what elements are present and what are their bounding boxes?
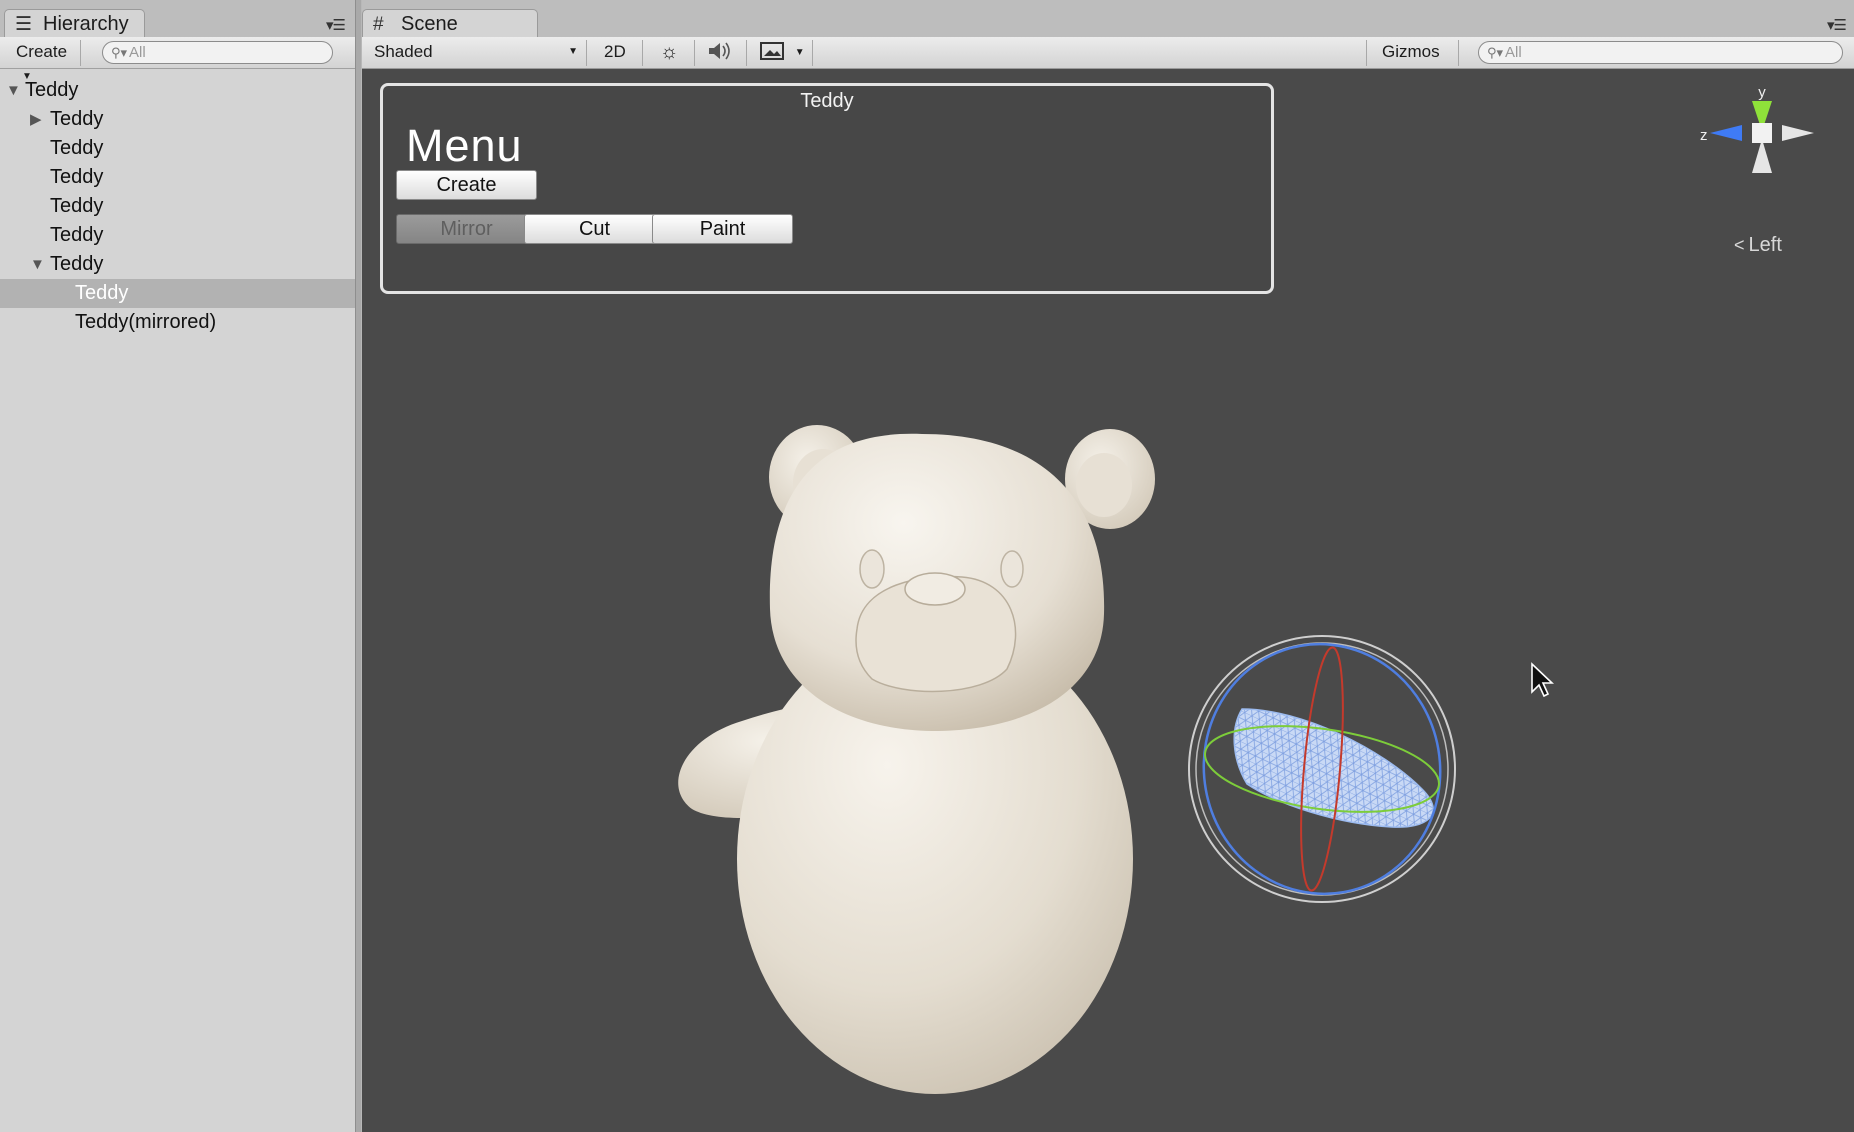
teddy-nose — [904, 572, 966, 606]
axis-z-cone-icon[interactable] — [1710, 125, 1742, 141]
expand-arrow-icon[interactable]: ▼ — [30, 250, 45, 279]
gizmo-center-cube[interactable] — [1752, 123, 1772, 143]
hierarchy-tabbar: ☰ Hierarchy ▾☰ — [0, 0, 355, 37]
view-orientation-label[interactable]: < Left — [1734, 234, 1782, 257]
tab-scene-label: Scene — [401, 13, 458, 35]
mode-2d-toggle[interactable]: 2D — [598, 40, 638, 64]
tree-item-label: Teddy — [50, 224, 104, 246]
hierarchy-search-input[interactable]: ⚲▾ All — [102, 41, 333, 64]
axis-z-label: z — [1700, 127, 1708, 144]
expand-arrow-icon[interactable]: ▼ — [6, 76, 21, 105]
tree-item-label: Teddy — [75, 282, 129, 304]
tab-scene[interactable]: # Scene — [362, 9, 538, 37]
caret-down-icon: ▼ — [568, 46, 578, 57]
hierarchy-toolbar: Create▼ ⚲▾ All — [0, 37, 355, 82]
shading-mode-dropdown[interactable]: Shaded ▼ — [364, 40, 584, 64]
toolbar-separator — [812, 40, 813, 66]
caret-down-icon: ▼ — [794, 47, 805, 58]
paint-button[interactable]: Paint — [652, 214, 793, 244]
tree-item-teddy-6[interactable]: ▼ Teddy — [0, 250, 355, 279]
toolbar-separator — [642, 40, 643, 66]
gui-window-title: Teddy — [800, 90, 854, 112]
gizmos-dropdown[interactable]: Gizmos▼ — [1370, 40, 1454, 82]
audio-toggle[interactable] — [700, 40, 742, 64]
panel-splitter[interactable] — [355, 0, 362, 1132]
search-icon: ⚲▾ — [111, 45, 128, 60]
sun-icon: ☼ — [660, 41, 679, 63]
create-button[interactable]: Create — [396, 170, 537, 200]
speaker-icon — [709, 42, 730, 60]
tree-item-teddy-5[interactable]: Teddy — [0, 221, 355, 250]
hierarchy-tree: ▼ Teddy ▶ Teddy Teddy Teddy Teddy Teddy … — [0, 76, 355, 337]
toolbar-separator — [586, 40, 587, 66]
tree-item-label: Teddy — [50, 108, 104, 130]
gui-menu-heading: Menu — [406, 120, 523, 171]
tree-item-label: Teddy — [50, 137, 104, 159]
toolbar-separator — [1458, 40, 1459, 66]
axis-neg-y-cone-icon[interactable] — [1752, 139, 1772, 173]
tree-item-teddy-2[interactable]: Teddy — [0, 134, 355, 163]
toolbar-separator — [694, 40, 695, 66]
shading-mode-label: Shaded — [374, 42, 433, 61]
axis-y-label: y — [1758, 84, 1766, 101]
teddy-left-eye — [859, 549, 885, 589]
scene-tabbar: # Scene ▾☰ — [362, 0, 1854, 37]
toolbar-separator — [80, 40, 81, 66]
toolbar-separator — [746, 40, 747, 66]
create-dropdown[interactable]: Create▼ — [2, 40, 76, 82]
cut-button[interactable]: Cut — [524, 214, 665, 244]
tree-item-label: Teddy — [25, 79, 79, 101]
tree-item-label: Teddy — [50, 195, 104, 217]
tree-item-teddy-mirrored[interactable]: Teddy(mirrored) — [0, 308, 355, 337]
orientation-gizmo[interactable]: y z — [1682, 83, 1842, 243]
hierarchy-search-placeholder: All — [129, 44, 146, 61]
toolbar-separator — [1366, 40, 1367, 66]
mirror-button[interactable]: Mirror — [396, 214, 537, 244]
image-icon — [760, 42, 784, 60]
create-dropdown-label: Create — [16, 42, 68, 61]
teddy-right-eye — [1000, 550, 1024, 588]
tree-item-teddy-selected[interactable]: Teddy — [0, 279, 355, 308]
tree-item-teddy-root[interactable]: ▼ Teddy — [0, 76, 355, 105]
gui-menu-window[interactable]: Teddy Menu Create Mirror Cut Paint — [380, 83, 1274, 294]
hierarchy-panel: ☰ Hierarchy ▾☰ Create▼ ⚲▾ All ▼ Teddy ▶ Te… — [0, 0, 355, 1132]
axis-neg-z-cone-icon[interactable] — [1782, 125, 1814, 141]
lighting-toggle[interactable]: ☼ — [652, 40, 692, 64]
scene-search-input[interactable]: ⚲▾ All — [1478, 41, 1843, 64]
search-icon: ⚲▾ — [1487, 45, 1504, 60]
tab-hierarchy-label: Hierarchy — [43, 13, 129, 35]
tree-item-teddy-1[interactable]: ▶ Teddy — [0, 105, 355, 134]
scene-viewport[interactable]: Teddy Menu Create Mirror Cut Paint y z <… — [362, 69, 1854, 1132]
tree-item-label: Teddy — [50, 166, 104, 188]
panel-menu-icon[interactable]: ▾☰ — [326, 16, 346, 34]
perspective-toggle-icon: < — [1734, 235, 1745, 255]
mode-2d-label: 2D — [604, 42, 626, 61]
scene-search-placeholder: All — [1505, 44, 1522, 61]
tree-item-label: Teddy — [50, 253, 104, 275]
grid-icon: # — [373, 14, 384, 35]
panel-menu-icon[interactable]: ▾☰ — [1827, 16, 1847, 34]
scene-toolbar: Shaded ▼ 2D ☼ ▼ Gizmos▼ ⚲▾All — [362, 37, 1854, 82]
tree-item-teddy-4[interactable]: Teddy — [0, 192, 355, 221]
effects-dropdown[interactable]: ▼ — [754, 40, 812, 64]
tab-hierarchy[interactable]: ☰ Hierarchy — [4, 9, 145, 37]
mouse-cursor — [1531, 662, 1555, 698]
gizmos-label: Gizmos — [1382, 42, 1440, 61]
tree-item-teddy-3[interactable]: Teddy — [0, 163, 355, 192]
view-orientation-text: Left — [1748, 234, 1782, 256]
list-icon: ☰ — [15, 14, 33, 35]
collapse-arrow-icon[interactable]: ▶ — [30, 105, 42, 134]
teddy-head[interactable] — [769, 433, 1105, 731]
tree-item-label: Teddy(mirrored) — [75, 311, 217, 333]
